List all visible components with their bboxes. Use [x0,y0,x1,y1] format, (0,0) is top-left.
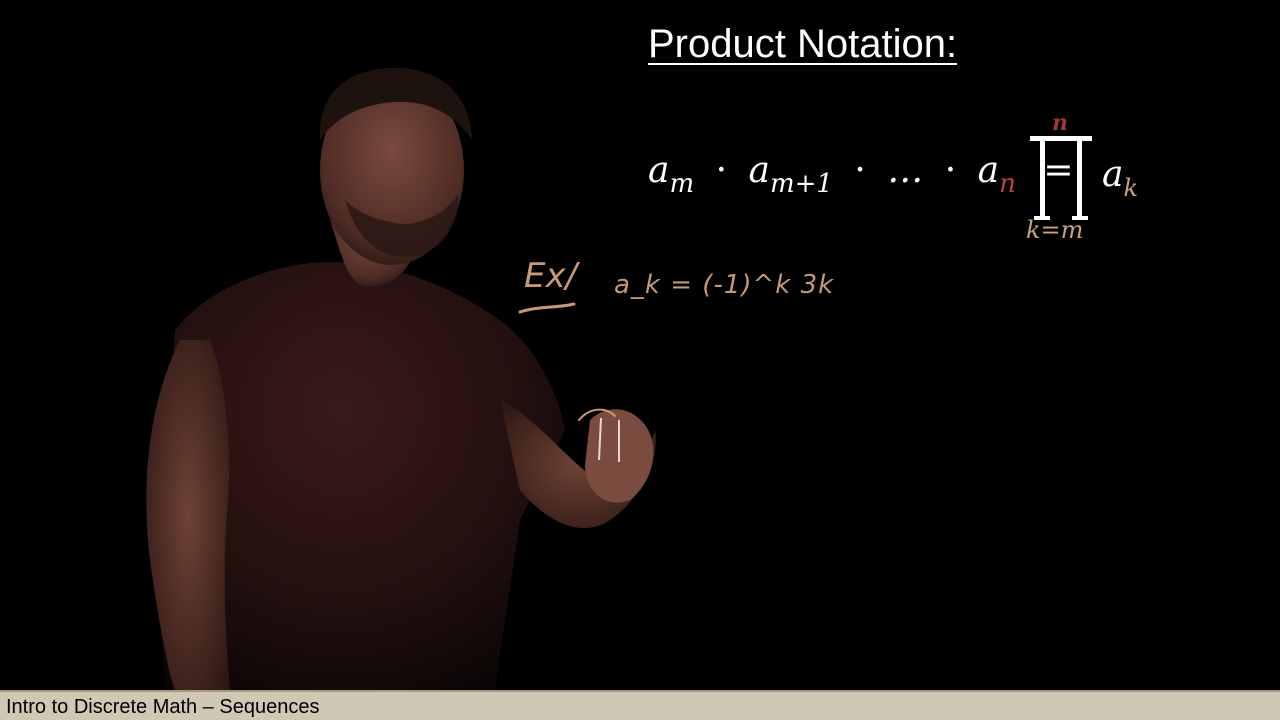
slide-title: Product Notation: [648,22,958,66]
handwritten-example: Ex/ a_k = (-1)^k 3k [510,250,833,340]
example-label: Ex/ [524,256,578,296]
product-symbol-icon [1030,136,1092,220]
example-formula: a_k = (-1)^k 3k [614,270,835,300]
product-upper-limit: n [1052,110,1068,136]
video-frame: Product Notation: am · am+1 · … · an = n… [0,0,1280,690]
product-term: ak [1102,154,1139,202]
product-definition-lhs: am · am+1 · … · an = [648,150,1074,199]
term-a-m: am [648,150,695,199]
multiply-dot: · [715,150,728,191]
term-a-m-plus-1: am+1 [748,150,833,199]
term-a-n: an [977,150,1016,199]
multiply-dot: · [944,150,957,191]
presenter-image [146,67,656,690]
product-lower-limit: k=m [1026,216,1084,244]
ellipsis: … [887,150,924,191]
product-notation: n ak k=m [1020,110,1200,250]
example-underline [518,302,576,314]
course-title: Intro to Discrete Math – Sequences [6,696,320,718]
multiply-dot: · [854,150,866,191]
footer-bar: Intro to Discrete Math – Sequences [0,690,1280,720]
pen-mark-scribble [578,408,620,462]
